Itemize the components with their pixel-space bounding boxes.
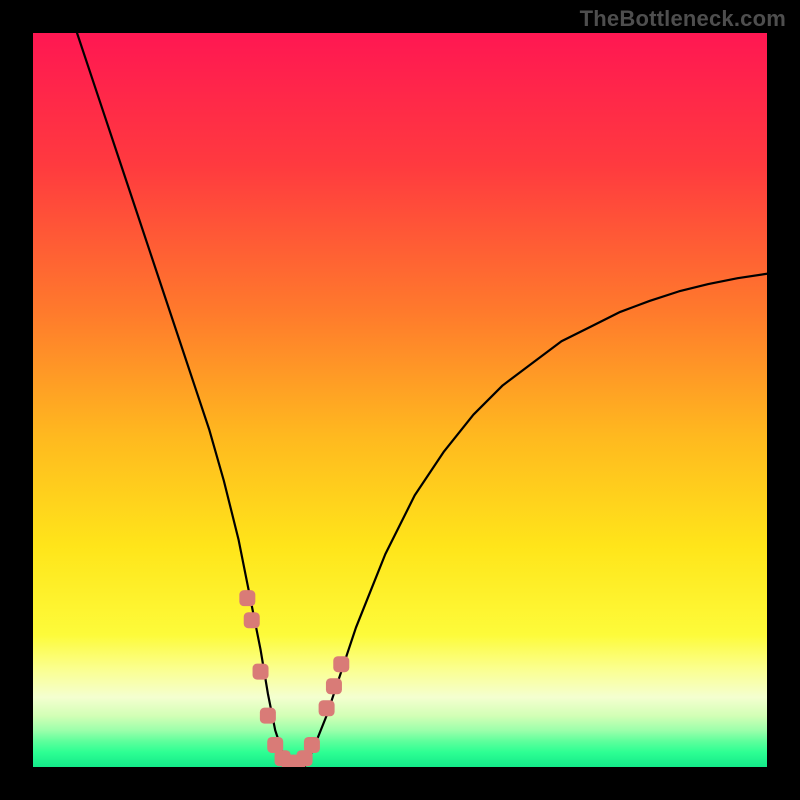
- plot-area: [33, 33, 767, 767]
- marker-point: [326, 678, 342, 694]
- marker-point: [253, 664, 269, 680]
- chart-svg: [33, 33, 767, 767]
- marker-point: [260, 708, 276, 724]
- marker-point: [239, 590, 255, 606]
- watermark-text: TheBottleneck.com: [580, 6, 786, 32]
- marker-point: [304, 737, 320, 753]
- gradient-background: [33, 33, 767, 767]
- marker-point: [319, 700, 335, 716]
- chart-frame: TheBottleneck.com: [0, 0, 800, 800]
- marker-point: [244, 612, 260, 628]
- marker-point: [333, 656, 349, 672]
